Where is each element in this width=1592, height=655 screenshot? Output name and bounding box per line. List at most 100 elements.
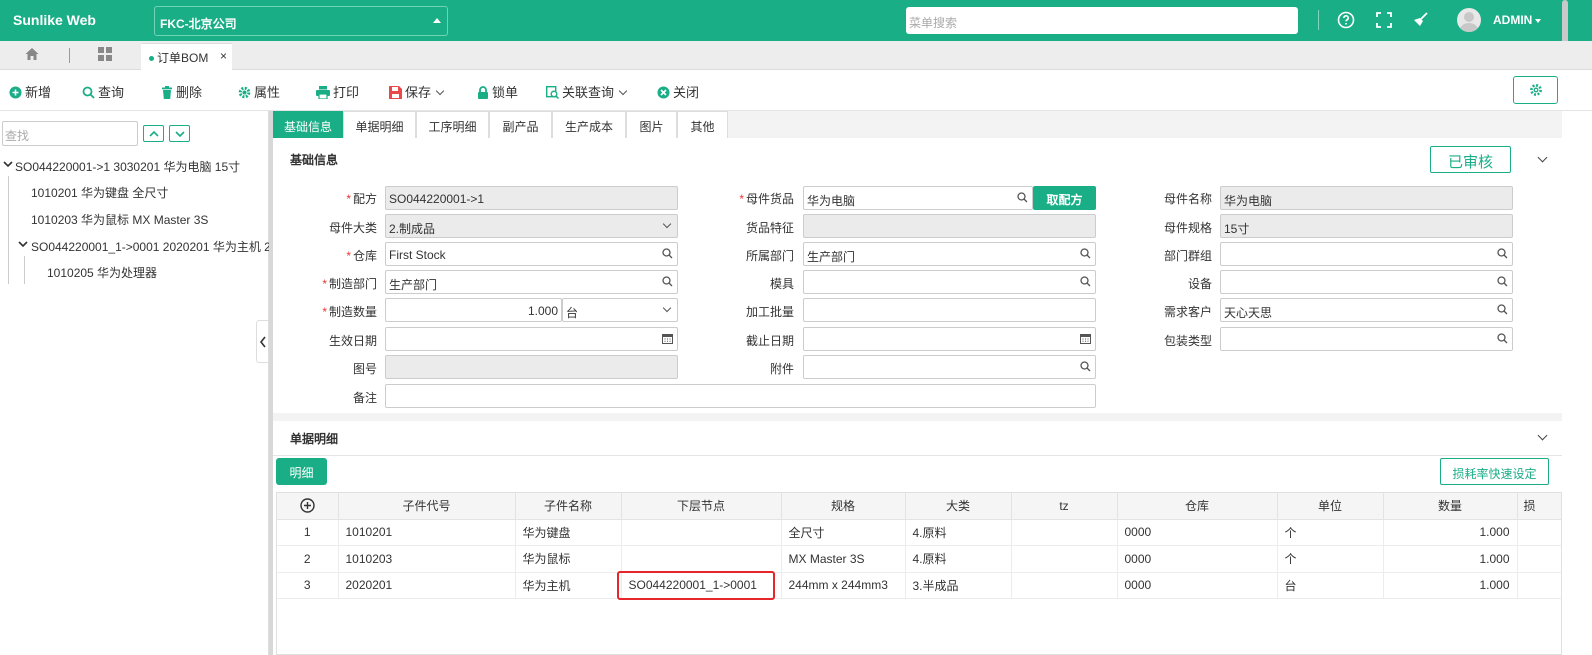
save-button[interactable]: 保存 [389,82,445,101]
grid-icon[interactable] [97,46,113,62]
tab-doc-detail[interactable]: 单据明细 [343,111,416,138]
mfg-dept-field[interactable]: 生产部门 [385,270,678,294]
search-icon[interactable] [1017,192,1028,203]
table-row[interactable]: 1 1010201 华为键盘 全尺寸 4.原料 0000 个 1.000 [277,519,1561,546]
cell-loss[interactable] [1517,519,1561,546]
loss-rate-quick-set-button[interactable]: 损耗率快速设定 [1440,458,1549,485]
tab-process-detail[interactable]: 工序明细 [416,111,489,138]
tree-prev-button[interactable] [143,125,164,142]
tree-node[interactable]: 1010203 华为鼠标 MX Master 3S [31,211,208,228]
cell-child-name[interactable]: 华为鼠标 [515,545,622,573]
company-select[interactable]: FKC-北京公司 [154,6,448,36]
search-icon[interactable] [1497,304,1508,315]
lock-button[interactable]: 锁单 [477,82,518,101]
parent-spec-field[interactable]: 15寸 [1220,214,1513,238]
search-icon[interactable] [1497,276,1508,287]
new-button[interactable]: 新增 [9,82,51,101]
col-unit[interactable]: 单位 [1277,493,1384,520]
related-query-button[interactable]: 关联查询 [545,82,628,101]
cell-qty[interactable]: 1.000 [1383,545,1518,573]
detail-tab-button[interactable]: 明细 [276,458,327,485]
cell-warehouse[interactable]: 0000 [1117,519,1278,546]
cell-unit[interactable]: 个 [1277,519,1384,546]
tab-basic-info[interactable]: 基础信息 [273,111,343,138]
search-icon[interactable] [1080,361,1091,372]
cell-category[interactable]: 4.原料 [905,519,1012,546]
cell-warehouse[interactable]: 0000 [1117,572,1278,599]
cell-spec[interactable]: MX Master 3S [781,545,906,573]
calendar-icon[interactable] [1080,333,1091,344]
owner-dept-field[interactable]: 生产部门 [803,242,1096,266]
cell-child-code[interactable]: 2020201 [338,572,516,599]
print-button[interactable]: 打印 [316,82,359,101]
parent-goods-field[interactable]: 华为电脑 [803,186,1033,210]
attachment-field[interactable] [803,355,1096,379]
doc-tab-order-bom[interactable]: 订单BOM × [141,43,232,70]
col-category[interactable]: 大类 [905,493,1012,520]
cell-spec[interactable]: 244mm x 244mm3 [781,572,906,599]
search-icon[interactable] [1497,333,1508,344]
table-row[interactable]: 2 1010203 华为鼠标 MX Master 3S 4.原料 0000 个 … [277,545,1561,573]
query-button[interactable]: 查询 [82,82,124,101]
search-icon[interactable] [1497,248,1508,259]
col-sub-node[interactable]: 下层节点 [621,493,782,520]
col-child-name[interactable]: 子件名称 [515,493,622,520]
tab-by-products[interactable]: 副产品 [489,111,552,138]
cell-tz[interactable] [1011,545,1118,573]
tree-node[interactable]: SO044220001_1->0001 2020201 华为主机 2 [31,238,269,255]
brand-logo[interactable]: Sunlike Web [13,12,96,28]
fullscreen-icon[interactable] [1375,11,1393,29]
cell-child-name[interactable]: 华为主机 [515,572,622,599]
table-row[interactable]: 3 2020201 华为主机 SO044220001_1->0001 244mm… [277,572,1561,599]
cell-child-code[interactable]: 1010203 [338,545,516,573]
pick-formula-button[interactable]: 取配方 [1033,186,1096,210]
close-button[interactable]: 关闭 [657,82,699,101]
menu-search-input[interactable]: 菜单搜索 [906,7,1298,34]
expand-icon[interactable] [3,160,13,168]
delete-button[interactable]: 删除 [161,82,202,101]
col-loss[interactable]: 损 [1517,493,1561,520]
pack-type-field[interactable] [1220,327,1513,351]
cell-loss[interactable] [1517,545,1561,573]
tab-production-cost[interactable]: 生产成本 [552,111,626,138]
col-tz[interactable]: tz [1011,493,1118,520]
parent-category-select[interactable]: 2.制成品 [385,214,678,238]
end-date-field[interactable] [803,327,1096,351]
cell-sub-node[interactable] [621,519,782,546]
cell-qty[interactable]: 1.000 [1383,572,1518,599]
broom-icon[interactable] [1412,11,1430,29]
search-icon[interactable] [662,248,673,259]
cell-spec[interactable]: 全尺寸 [781,519,906,546]
add-row-button[interactable] [277,493,339,520]
cell-tz[interactable] [1011,572,1118,599]
close-tab-icon[interactable]: × [220,49,227,63]
col-warehouse[interactable]: 仓库 [1117,493,1278,520]
dept-group-field[interactable] [1220,242,1513,266]
collapse-panel-button[interactable] [256,320,269,363]
mfg-qty-field[interactable]: 1.000 [385,298,562,322]
equipment-field[interactable] [1220,270,1513,294]
settings-button[interactable] [1513,76,1558,104]
customer-field[interactable]: 天心天思 [1220,298,1513,322]
cell-loss[interactable] [1517,572,1561,599]
cell-unit[interactable]: 个 [1277,545,1384,573]
eff-date-field[interactable] [385,327,678,351]
batch-field[interactable] [803,298,1096,322]
search-icon[interactable] [662,276,673,287]
tree-node[interactable]: 1010205 华为处理器 [47,264,157,281]
cell-qty[interactable]: 1.000 [1383,519,1518,546]
col-qty[interactable]: 数量 [1383,493,1518,520]
tab-other[interactable]: 其他 [677,111,728,138]
cell-tz[interactable] [1011,519,1118,546]
goods-feature-field[interactable] [803,214,1096,238]
cell-child-code[interactable]: 1010201 [338,519,516,546]
tree-node[interactable]: 1010201 华为键盘 全尺寸 [31,184,168,201]
mold-field[interactable] [803,270,1096,294]
user-menu[interactable]: ADMIN [1493,13,1542,27]
tree-next-button[interactable] [169,125,190,142]
calendar-icon[interactable] [662,333,673,344]
cell-unit[interactable]: 台 [1277,572,1384,599]
cell-sub-node[interactable] [621,545,782,573]
search-icon[interactable] [1080,248,1091,259]
tab-images[interactable]: 图片 [626,111,677,138]
